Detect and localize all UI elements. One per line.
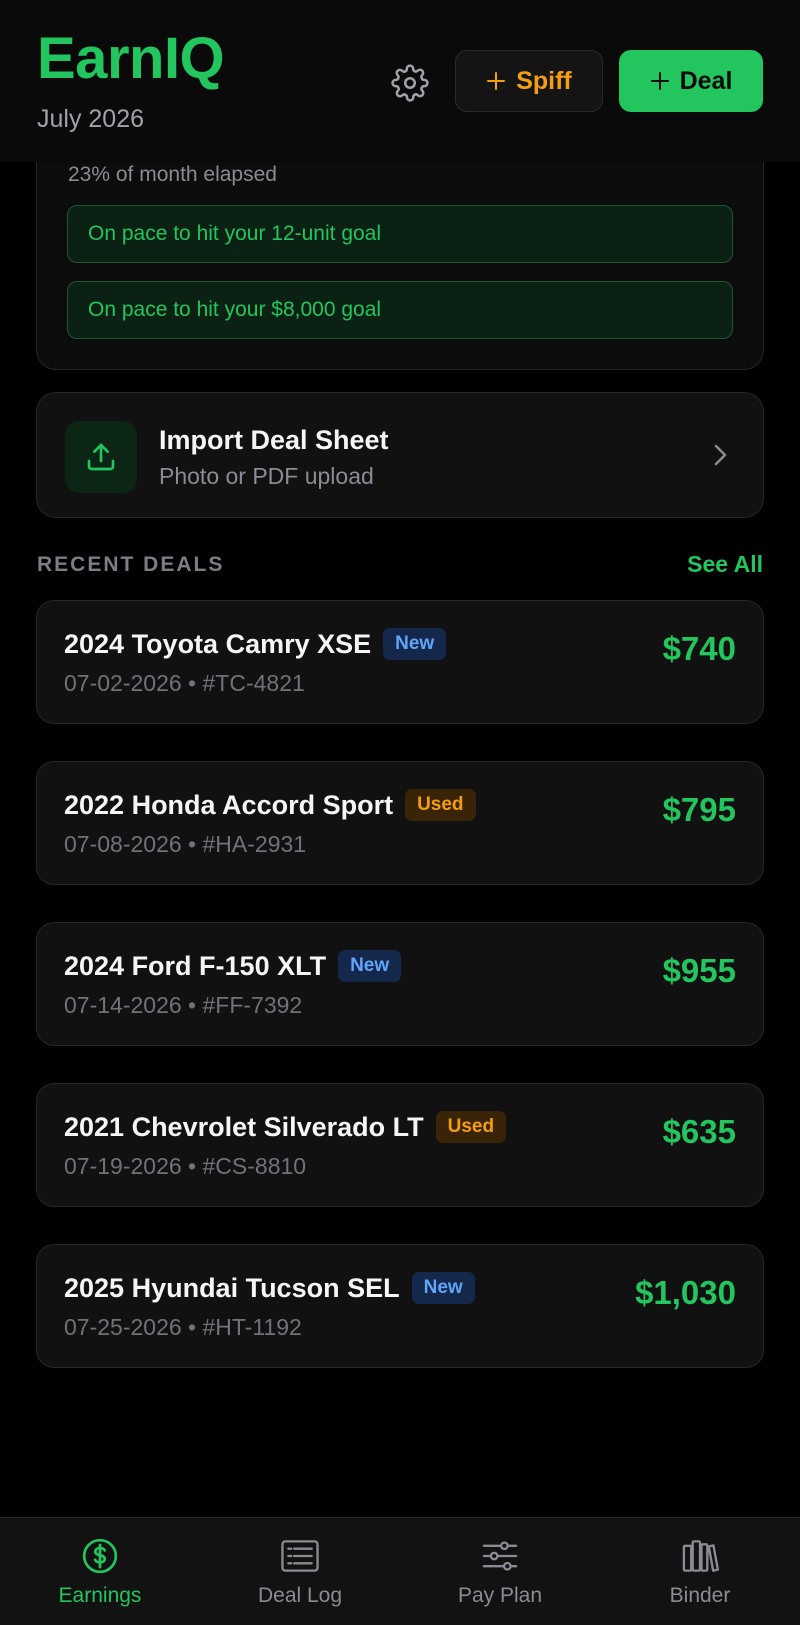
deal-meta: 07-14-2026 • #FF-7392 (64, 992, 303, 1018)
gear-icon (391, 64, 429, 102)
import-deal-sheet-card[interactable]: Import Deal Sheet Photo or PDF upload (36, 392, 764, 518)
deal-commission: $740 (662, 630, 736, 667)
revenue-goal-status: On pace to hit your $8,000 goal (67, 281, 733, 339)
plus-icon (487, 72, 506, 90)
see-all-link[interactable]: See All (687, 551, 763, 578)
deal-date: 07-14-2026 (64, 992, 182, 1018)
deal-meta: 07-02-2026 • #TC-4821 (64, 670, 305, 696)
condition-badge: New (411, 1272, 475, 1304)
tab-label: Binder (669, 1584, 731, 1607)
app-title: EarnIQ (37, 26, 225, 91)
deal-commission: $1,030 (635, 1274, 736, 1311)
settings-button[interactable] (388, 61, 432, 105)
tab-label: Earnings (58, 1584, 142, 1607)
condition-badge: New (338, 950, 402, 982)
deal-card[interactable]: 2025 Hyundai Tucson SEL New 07-25-2026 •… (36, 1244, 764, 1368)
add-spiff-label: Spiff (516, 66, 572, 95)
deal-stock-number: #FF-7392 (202, 992, 303, 1018)
deal-stock-number: #HT-1192 (202, 1314, 302, 1340)
tab-deal-log[interactable]: Deal Log (200, 1518, 400, 1625)
deal-title: 2021 Chevrolet Silverado LT (64, 1111, 424, 1142)
deal-stock-number: #HA-2931 (202, 831, 307, 857)
import-subtitle: Photo or PDF upload (159, 463, 374, 489)
deal-card[interactable]: 2021 Chevrolet Silverado LT Used 07-19-2… (36, 1083, 764, 1207)
deal-meta: 07-25-2026 • #HT-1192 (64, 1314, 302, 1340)
tab-pay-plan[interactable]: Pay Plan (400, 1518, 600, 1625)
dollar-circle-icon (82, 1538, 118, 1574)
deal-date: 07-08-2026 (64, 831, 182, 857)
tab-label: Pay Plan (457, 1584, 543, 1607)
deal-meta: 07-19-2026 • #CS-8810 (64, 1153, 307, 1179)
current-month: July 2026 (37, 105, 145, 133)
tab-binder[interactable]: Binder (600, 1518, 800, 1625)
deal-commission: $635 (662, 1113, 736, 1150)
deal-title: 2025 Hyundai Tucson SEL (64, 1272, 400, 1303)
chevron-right-icon (714, 444, 727, 466)
deal-card[interactable]: 2024 Toyota Camry XSE New 07-02-2026 • #… (36, 600, 764, 724)
list-icon (281, 1540, 319, 1572)
deal-title: 2024 Ford F-150 XLT (64, 950, 327, 981)
tab-earnings[interactable]: Earnings (0, 1518, 200, 1625)
upload-icon (87, 443, 115, 471)
condition-badge: Used (405, 789, 476, 821)
deal-stock-number: #CS-8810 (202, 1153, 307, 1179)
deal-date: 07-02-2026 (64, 670, 182, 696)
import-icon-tile (65, 421, 137, 493)
deal-meta: 07-08-2026 • #HA-2931 (64, 831, 307, 857)
books-icon (682, 1540, 719, 1572)
app-header: EarnIQ July 2026 Spiff Deal (0, 0, 800, 162)
recent-deals-heading: RECENT DEALS (37, 553, 225, 576)
sliders-icon (482, 1541, 518, 1571)
deal-stock-number: #TC-4821 (202, 670, 305, 696)
condition-badge: Used (435, 1111, 507, 1143)
add-spiff-button[interactable]: Spiff (455, 50, 603, 112)
deal-commission: $955 (662, 952, 736, 989)
deal-card[interactable]: 2022 Honda Accord Sport Used 07-08-2026 … (36, 761, 764, 885)
month-elapsed-text: 23% of month elapsed (68, 163, 277, 186)
deal-card[interactable]: 2024 Ford F-150 XLT New 07-14-2026 • #FF… (36, 922, 764, 1046)
import-title: Import Deal Sheet (159, 425, 389, 455)
add-deal-button[interactable]: Deal (619, 50, 763, 112)
condition-badge: New (383, 628, 447, 660)
deal-commission: $795 (662, 791, 736, 828)
tab-label: Deal Log (257, 1584, 343, 1607)
deal-title: 2022 Honda Accord Sport (64, 789, 394, 820)
add-deal-label: Deal (679, 66, 733, 95)
unit-goal-status: On pace to hit your 12-unit goal (67, 205, 733, 263)
deal-date: 07-25-2026 (64, 1314, 182, 1340)
deal-date: 07-19-2026 (64, 1153, 182, 1179)
plus-icon (650, 72, 669, 90)
bottom-tab-bar: Earnings Deal Log Pay Plan Binder (0, 1517, 800, 1625)
deal-title: 2024 Toyota Camry XSE (64, 628, 372, 659)
